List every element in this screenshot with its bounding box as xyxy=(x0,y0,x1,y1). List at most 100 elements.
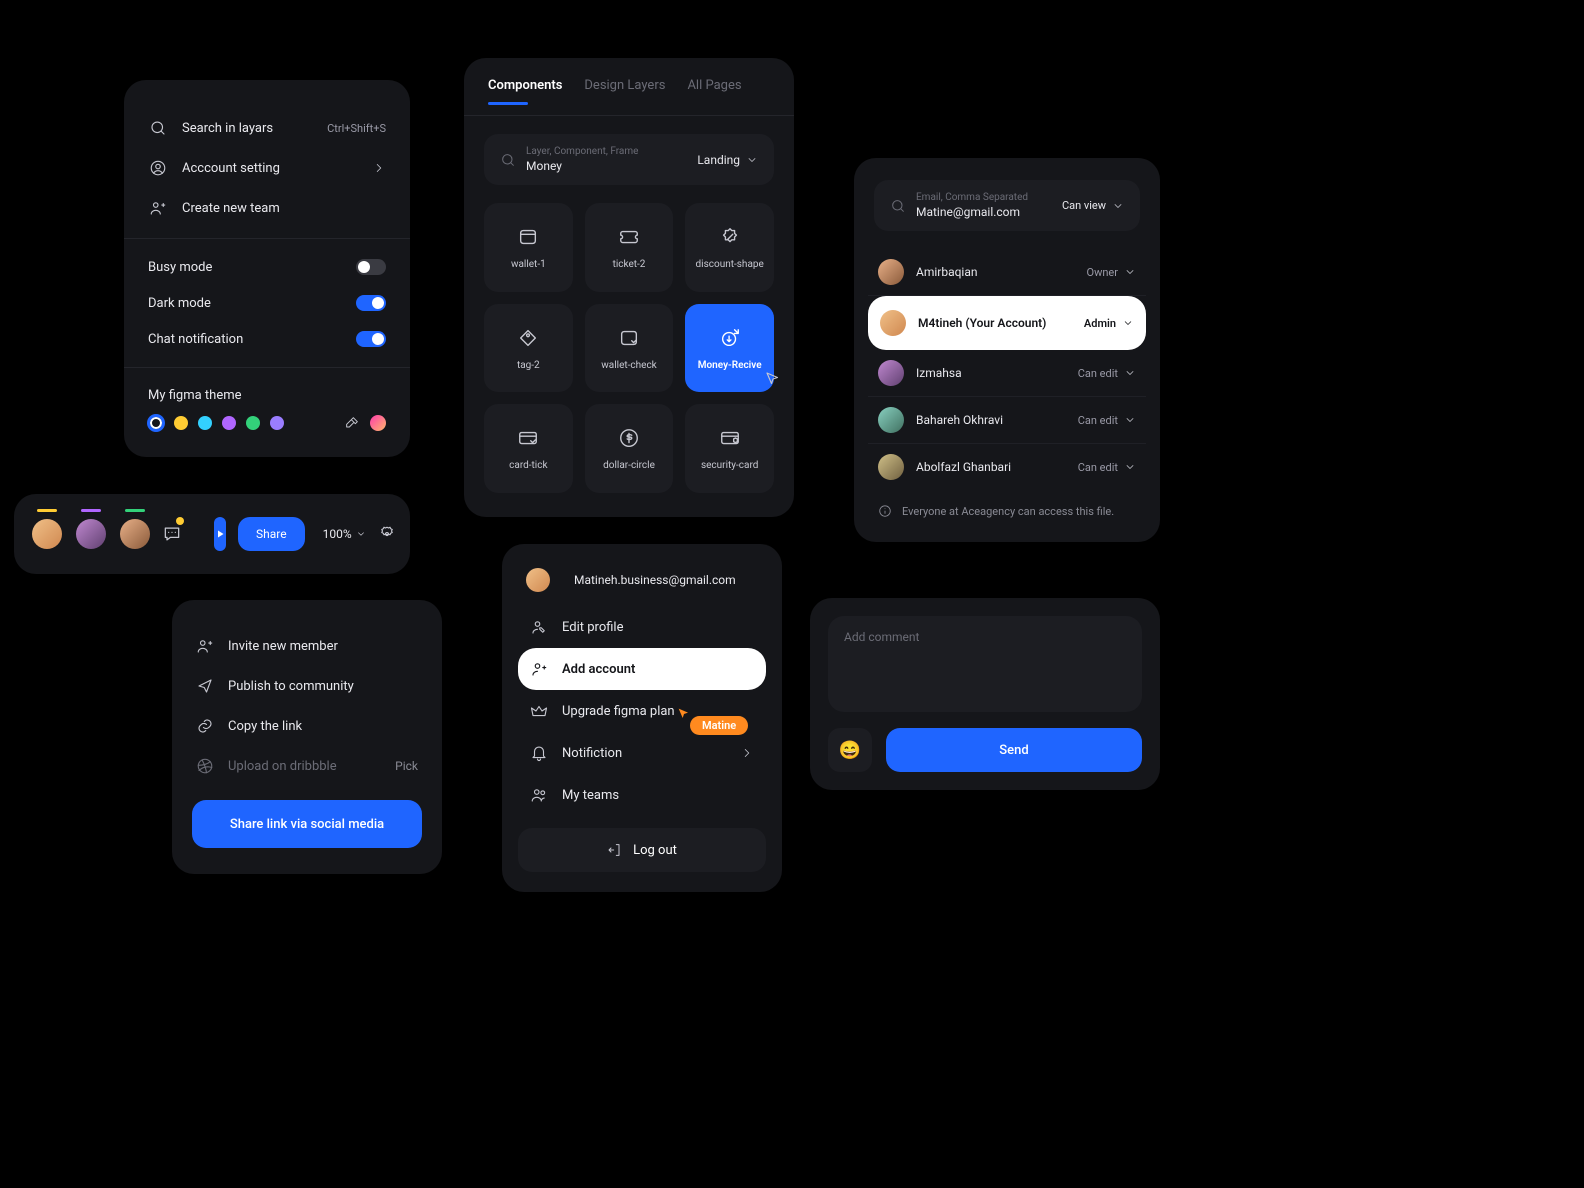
send-button[interactable]: Send xyxy=(886,728,1142,772)
avatar xyxy=(878,259,904,285)
ticket-icon xyxy=(617,225,641,249)
dribbble-icon xyxy=(196,757,214,775)
comment-panel: Add comment 😄 Send xyxy=(810,598,1160,790)
share-button[interactable]: Share xyxy=(238,517,305,551)
avatar xyxy=(526,568,550,592)
chevron-right-icon xyxy=(372,161,386,175)
tile-card-tick[interactable]: card-tick xyxy=(484,404,573,493)
comment-input[interactable]: Add comment xyxy=(828,616,1142,712)
default-role-dropdown[interactable]: Can view xyxy=(1062,199,1124,212)
search-layers-row[interactable]: Search in layars Ctrl+Shift+S xyxy=(124,108,410,148)
notification-row[interactable]: Notifiction xyxy=(518,732,766,774)
add-account-row[interactable]: Add account xyxy=(518,648,766,690)
theme-swatch-cyan[interactable] xyxy=(198,416,212,430)
play-button[interactable] xyxy=(214,517,226,551)
gradient-swatch[interactable] xyxy=(370,415,386,431)
theme-swatch-purple[interactable] xyxy=(222,416,236,430)
share-options-panel: Invite new member Publish to community C… xyxy=(172,600,442,874)
collaborator-2[interactable] xyxy=(76,519,106,549)
security-card-icon xyxy=(718,426,742,450)
collaborator-1[interactable] xyxy=(32,519,62,549)
settings-panel: Search in layars Ctrl+Shift+S Acccount s… xyxy=(124,80,410,457)
tab-components[interactable]: Components xyxy=(488,78,562,105)
email-input[interactable]: Email, Comma Separated Matine@gmail.com … xyxy=(874,180,1140,231)
divider xyxy=(124,367,410,368)
search-icon xyxy=(890,198,906,214)
account-setting-row[interactable]: Acccount setting xyxy=(124,148,410,188)
member-row[interactable]: Bahareh Okhravi Can edit xyxy=(868,397,1146,444)
create-team-row[interactable]: Create new team xyxy=(124,188,410,228)
crown-icon xyxy=(530,702,548,720)
tile-tag-2[interactable]: tag-2 xyxy=(484,304,573,393)
emoji-button[interactable]: 😄 xyxy=(828,728,872,772)
avatar xyxy=(878,454,904,480)
role-dropdown[interactable]: Admin xyxy=(1084,317,1134,330)
search-icon xyxy=(148,118,168,138)
chat-notif-label: Chat notification xyxy=(148,332,243,347)
chevron-down-icon xyxy=(1124,414,1136,426)
chat-button[interactable] xyxy=(162,519,182,549)
chevron-down-icon xyxy=(1122,317,1134,329)
member-row-self[interactable]: M4tineh (Your Account) Admin xyxy=(868,296,1146,350)
member-row[interactable]: Abolfazl Ghanbari Can edit xyxy=(868,444,1146,490)
role-dropdown[interactable]: Can edit xyxy=(1078,461,1136,474)
cursor-icon xyxy=(676,706,692,722)
my-teams-row[interactable]: My teams xyxy=(518,774,766,816)
chat-notif-toggle[interactable] xyxy=(356,331,386,347)
users-plus-icon xyxy=(196,637,214,655)
dark-mode-toggle[interactable] xyxy=(356,295,386,311)
search-shortcut: Ctrl+Shift+S xyxy=(327,122,386,135)
tile-money-recive[interactable]: Money-Recive xyxy=(685,304,774,393)
users-plus-icon xyxy=(148,198,168,218)
user-plus-icon xyxy=(530,660,548,678)
logout-button[interactable]: Log out xyxy=(518,828,766,872)
chat-icon xyxy=(162,524,182,544)
permissions-panel: Email, Comma Separated Matine@gmail.com … xyxy=(854,158,1160,542)
theme-swatch-blue[interactable] xyxy=(148,415,164,431)
copy-link-row[interactable]: Copy the link xyxy=(192,706,422,746)
tile-wallet-1[interactable]: wallet-1 xyxy=(484,203,573,292)
edit-profile-row[interactable]: Edit profile xyxy=(518,606,766,648)
tab-all-pages[interactable]: All Pages xyxy=(687,78,741,105)
logout-icon xyxy=(607,842,623,858)
tile-wallet-check[interactable]: wallet-check xyxy=(585,304,674,393)
avatar xyxy=(880,310,906,336)
component-search[interactable]: Layer, Component, Frame Money Landing xyxy=(484,134,774,185)
tile-ticket-2[interactable]: ticket-2 xyxy=(585,203,674,292)
user-edit-icon xyxy=(530,618,548,636)
avatar xyxy=(878,407,904,433)
role-dropdown[interactable]: Owner xyxy=(1087,266,1136,279)
discount-icon xyxy=(718,225,742,249)
theme-swatch-yellow[interactable] xyxy=(174,416,188,430)
zoom-dropdown[interactable]: 100% xyxy=(323,527,366,541)
settings-button[interactable] xyxy=(378,525,396,543)
dollar-icon xyxy=(617,426,641,450)
dribbble-row[interactable]: Upload on dribbble Pick xyxy=(192,746,422,786)
role-dropdown[interactable]: Can edit xyxy=(1078,367,1136,380)
role-dropdown[interactable]: Can edit xyxy=(1078,414,1136,427)
member-row[interactable]: Izmahsa Can edit xyxy=(868,350,1146,397)
wallet-check-icon xyxy=(617,326,641,350)
busy-mode-toggle[interactable] xyxy=(356,259,386,275)
tile-discount-shape[interactable]: discount-shape xyxy=(685,203,774,292)
search-icon xyxy=(500,152,516,168)
account-header: Matineh.business@gmail.com xyxy=(518,568,766,606)
theme-swatch-violet[interactable] xyxy=(270,416,284,430)
invite-member-row[interactable]: Invite new member xyxy=(192,626,422,666)
play-icon xyxy=(214,528,226,540)
tile-security-card[interactable]: security-card xyxy=(685,404,774,493)
components-panel: Components Design Layers All Pages Layer… xyxy=(464,58,794,517)
bell-icon xyxy=(530,744,548,762)
tile-dollar-circle[interactable]: dollar-circle xyxy=(585,404,674,493)
collaborator-3[interactable] xyxy=(120,519,150,549)
eyedropper-icon[interactable] xyxy=(344,415,360,431)
tab-design-layers[interactable]: Design Layers xyxy=(584,78,665,105)
scope-dropdown[interactable]: Landing xyxy=(697,153,758,167)
send-icon xyxy=(196,677,214,695)
dark-mode-row: Dark mode xyxy=(124,285,410,321)
search-placeholder: Layer, Component, Frame xyxy=(526,146,697,157)
theme-swatch-green[interactable] xyxy=(246,416,260,430)
member-row[interactable]: Amirbaqian Owner xyxy=(868,249,1146,296)
share-social-button[interactable]: Share link via social media xyxy=(192,800,422,848)
publish-row[interactable]: Publish to community xyxy=(192,666,422,706)
